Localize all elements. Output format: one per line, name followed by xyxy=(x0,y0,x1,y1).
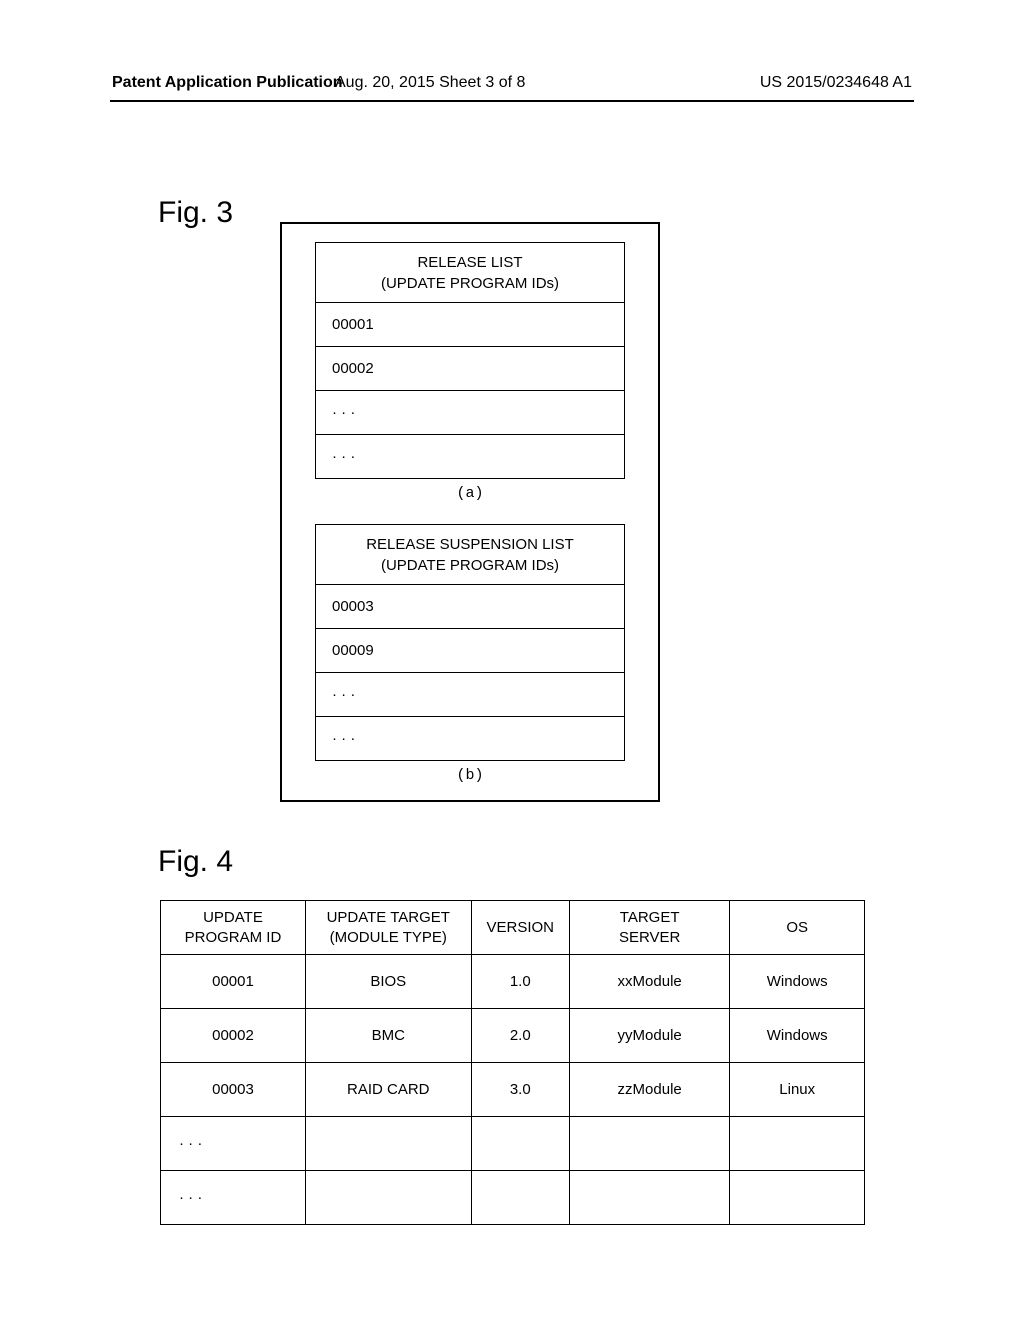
fig4-cell-target: RAID CARD xyxy=(305,1063,471,1117)
fig4-cell-server xyxy=(569,1117,729,1171)
suspension-list-caption: (b) xyxy=(282,767,658,784)
release-list-row: 00002 xyxy=(316,347,625,391)
fig4-cell-os xyxy=(730,1117,865,1171)
fig4-cell-server: zzModule xyxy=(569,1063,729,1117)
fig4-cell-version: 3.0 xyxy=(471,1063,569,1117)
fig4-cell-id: 00001 xyxy=(161,955,306,1009)
header-left: Patent Application Publication xyxy=(112,74,343,92)
header-rule xyxy=(110,100,914,102)
fig4-cell-id: · · · xyxy=(161,1171,306,1225)
fig4-cell-version: 1.0 xyxy=(471,955,569,1009)
release-list-header-l2: (UPDATE PROGRAM IDs) xyxy=(381,275,559,292)
fig4-header-id-l1: UPDATE xyxy=(203,909,263,926)
fig4-cell-target xyxy=(305,1171,471,1225)
fig4-header-id: UPDATE PROGRAM ID xyxy=(161,901,306,955)
release-list-caption: (a) xyxy=(282,485,658,502)
fig4-row: · · · xyxy=(161,1117,865,1171)
fig4-cell-id: 00002 xyxy=(161,1009,306,1063)
fig4-header-server: TARGET SERVER xyxy=(569,901,729,955)
suspension-list-header-l2: (UPDATE PROGRAM IDs) xyxy=(381,557,559,574)
fig4-cell-version: 2.0 xyxy=(471,1009,569,1063)
fig4-cell-os: Linux xyxy=(730,1063,865,1117)
fig4-header-target-l1: UPDATE TARGET xyxy=(327,909,450,926)
fig4-row: 00002 BMC 2.0 yyModule Windows xyxy=(161,1009,865,1063)
fig4-header-target-l2: (MODULE TYPE) xyxy=(330,929,447,946)
fig4-cell-os xyxy=(730,1171,865,1225)
suspension-list-row: · · · xyxy=(316,717,625,761)
release-list-header-l1: RELEASE LIST xyxy=(417,254,522,271)
fig4-cell-os: Windows xyxy=(730,1009,865,1063)
fig4-header-version: VERSION xyxy=(471,901,569,955)
header-mid: Aug. 20, 2015 Sheet 3 of 8 xyxy=(335,74,525,92)
fig4-header-os: OS xyxy=(730,901,865,955)
suspension-list-row: · · · xyxy=(316,673,625,717)
fig4-row: 00001 BIOS 1.0 xxModule Windows xyxy=(161,955,865,1009)
release-list-row: · · · xyxy=(316,391,625,435)
fig4-cell-version xyxy=(471,1117,569,1171)
fig3-label: Fig. 3 xyxy=(158,196,233,230)
fig3-container: RELEASE LIST (UPDATE PROGRAM IDs) 00001 … xyxy=(280,222,660,802)
suspension-list-header: RELEASE SUSPENSION LIST (UPDATE PROGRAM … xyxy=(316,525,625,585)
fig4-header-server-l2: SERVER xyxy=(619,929,680,946)
fig4-cell-id: 00003 xyxy=(161,1063,306,1117)
release-list-table: RELEASE LIST (UPDATE PROGRAM IDs) 00001 … xyxy=(315,242,625,479)
header-right: US 2015/0234648 A1 xyxy=(760,74,912,92)
release-list-row: · · · xyxy=(316,435,625,479)
fig4-row: · · · xyxy=(161,1171,865,1225)
fig4-header-server-l1: TARGET xyxy=(620,909,680,926)
fig4-cell-version xyxy=(471,1171,569,1225)
fig4-header-id-l2: PROGRAM ID xyxy=(185,929,282,946)
release-list-row: 00001 xyxy=(316,303,625,347)
suspension-list-row: 00009 xyxy=(316,629,625,673)
fig4-header-target: UPDATE TARGET (MODULE TYPE) xyxy=(305,901,471,955)
fig4-cell-target xyxy=(305,1117,471,1171)
fig4-label: Fig. 4 xyxy=(158,845,233,879)
fig4-row: 00003 RAID CARD 3.0 zzModule Linux xyxy=(161,1063,865,1117)
suspension-list-row: 00003 xyxy=(316,585,625,629)
suspension-list-header-l1: RELEASE SUSPENSION LIST xyxy=(366,536,574,553)
fig4-cell-server xyxy=(569,1171,729,1225)
suspension-list-table: RELEASE SUSPENSION LIST (UPDATE PROGRAM … xyxy=(315,524,625,761)
fig4-table: UPDATE PROGRAM ID UPDATE TARGET (MODULE … xyxy=(160,900,865,1225)
fig4-cell-target: BMC xyxy=(305,1009,471,1063)
fig4-cell-id: · · · xyxy=(161,1117,306,1171)
fig4-cell-os: Windows xyxy=(730,955,865,1009)
fig4-cell-target: BIOS xyxy=(305,955,471,1009)
release-list-header: RELEASE LIST (UPDATE PROGRAM IDs) xyxy=(316,243,625,303)
fig4-cell-server: yyModule xyxy=(569,1009,729,1063)
fig4-cell-server: xxModule xyxy=(569,955,729,1009)
